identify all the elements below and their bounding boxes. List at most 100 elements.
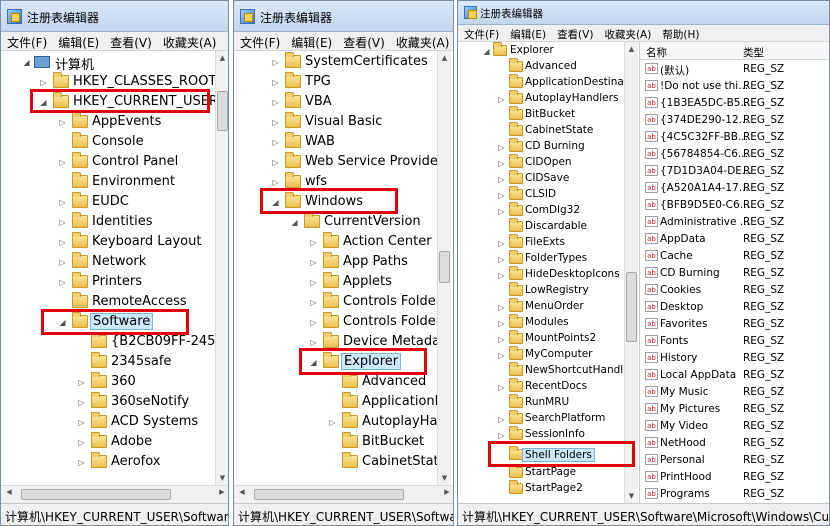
list-item[interactable]: ab (默认) REG_SZ: [640, 61, 829, 78]
expand-icon[interactable]: ▷: [271, 178, 280, 187]
scroll-up-icon[interactable]: ▲: [216, 51, 228, 65]
tree-node[interactable]: ▷ Visual Basic: [234, 112, 437, 133]
list-item[interactable]: ab Desktop REG_SZ: [640, 299, 829, 316]
tree-node[interactable]: ▷ Network: [1, 252, 215, 273]
tree-node[interactable]: ▷ Keyboard Layout: [1, 232, 215, 253]
expand-icon[interactable]: ▷: [309, 258, 318, 267]
tree-node[interactable]: ▷ AppEvents: [1, 112, 215, 133]
tree-node[interactable]: ▷ Applets: [234, 272, 437, 293]
tree-node[interactable]: ▷ Controls Folder: [234, 292, 437, 313]
menu-file[interactable]: 文件(F): [1, 32, 47, 51]
expand-icon[interactable]: ▷: [271, 158, 280, 167]
list-item[interactable]: ab NetHood REG_SZ: [640, 435, 829, 452]
horizontal-scrollbar[interactable]: ◀ ▶: [1, 485, 228, 503]
tree-node[interactable]: ▷ WAB: [234, 132, 437, 153]
expand-icon[interactable]: ▷: [309, 298, 318, 307]
tree-node[interactable]: ▷ Controls Folder: [234, 312, 437, 333]
expand-icon[interactable]: ▷: [271, 98, 280, 107]
list-item[interactable]: ab AppData REG_SZ: [640, 231, 829, 248]
expand-icon[interactable]: ▷: [497, 319, 506, 328]
expand-icon[interactable]: ▷: [309, 238, 318, 247]
collapse-icon[interactable]: ◢: [482, 47, 491, 56]
tree-node[interactable]: ▷ Adobe: [1, 432, 215, 453]
tree-node-currentversion[interactable]: ◢ CurrentVersion: [234, 212, 437, 233]
scroll-thumb[interactable]: [626, 272, 637, 342]
tree-node[interactable]: Environment: [1, 172, 215, 193]
vertical-scrollbar[interactable]: ▲ ▼: [624, 42, 638, 503]
list-item[interactable]: ab {374DE290-12... REG_SZ: [640, 112, 829, 129]
scroll-right-icon[interactable]: ▶: [216, 488, 228, 496]
scroll-left-icon[interactable]: ◀: [236, 488, 248, 496]
scroll-up-icon[interactable]: ▲: [625, 42, 638, 56]
expand-icon[interactable]: ▷: [497, 303, 506, 312]
list-item[interactable]: ab My Video REG_SZ: [640, 418, 829, 435]
list-item[interactable]: ab History REG_SZ: [640, 350, 829, 367]
tree-node[interactable]: ▷ ACD Systems: [1, 412, 215, 433]
menu-favorites[interactable]: 收藏夹(A): [598, 25, 651, 42]
list-item[interactable]: ab My Music REG_SZ: [640, 384, 829, 401]
expand-icon[interactable]: ▷: [497, 95, 506, 104]
list-item[interactable]: ab Cookies REG_SZ: [640, 282, 829, 299]
expand-icon[interactable]: ▷: [77, 418, 86, 427]
expand-icon[interactable]: ▷: [58, 278, 67, 287]
expand-icon[interactable]: ▷: [497, 415, 506, 424]
column-header-name[interactable]: 名称: [646, 45, 667, 60]
tree-node[interactable]: Advanced: [234, 372, 437, 393]
list-item[interactable]: ab {56784854-C6... REG_SZ: [640, 146, 829, 163]
expand-icon[interactable]: ▷: [497, 351, 506, 360]
menu-file[interactable]: 文件(F): [458, 25, 499, 42]
expand-icon[interactable]: ▷: [309, 338, 318, 347]
expand-icon[interactable]: ▷: [271, 138, 280, 147]
list-item[interactable]: ab !Do not use thi... REG_SZ: [640, 78, 829, 95]
menu-edit[interactable]: 编辑(E): [504, 25, 546, 42]
expand-icon[interactable]: ▷: [497, 335, 506, 344]
expand-icon[interactable]: ▷: [39, 78, 48, 87]
scroll-down-icon[interactable]: ▼: [438, 471, 451, 485]
list-item[interactable]: ab {BFB9D5E0-C6... REG_SZ: [640, 197, 829, 214]
expand-icon[interactable]: ▷: [497, 159, 506, 168]
menu-view[interactable]: 查看(V): [104, 32, 152, 51]
tree-node[interactable]: ApplicationD: [234, 392, 437, 413]
tree-node[interactable]: ▷ 360: [1, 372, 215, 393]
menu-help[interactable]: 帮助(H): [656, 25, 699, 42]
expand-icon[interactable]: ▷: [58, 238, 67, 247]
tree-node[interactable]: ▷ App Paths: [234, 252, 437, 273]
tree-node[interactable]: ▷ TPG: [234, 72, 437, 93]
tree-node[interactable]: ▷ EUDC: [1, 192, 215, 213]
expand-icon[interactable]: ▷: [58, 258, 67, 267]
list-item[interactable]: ab Administrative ... REG_SZ: [640, 214, 829, 231]
list-item[interactable]: ab {7D1D3A04-DE... REG_SZ: [640, 163, 829, 180]
menu-view[interactable]: 查看(V): [551, 25, 593, 42]
menu-favorites[interactable]: 收藏夹(A): [390, 32, 450, 51]
tree-node[interactable]: ▷ VBA: [234, 92, 437, 113]
expand-icon[interactable]: ▷: [328, 418, 337, 427]
expand-icon[interactable]: ▷: [77, 438, 86, 447]
expand-icon[interactable]: ▷: [77, 398, 86, 407]
expand-icon[interactable]: ▷: [271, 78, 280, 87]
expand-icon[interactable]: ▷: [271, 58, 280, 67]
list-item[interactable]: ab PrintHood REG_SZ: [640, 469, 829, 486]
expand-icon[interactable]: ▷: [77, 458, 86, 467]
scroll-right-icon[interactable]: ▶: [441, 488, 453, 496]
tree-node[interactable]: CabinetState: [234, 452, 437, 473]
expand-icon[interactable]: ▷: [271, 118, 280, 127]
list-item[interactable]: ab {4C5C32FF-BB... REG_SZ: [640, 129, 829, 146]
tree-node[interactable]: ▷ Web Service Providers: [234, 152, 437, 173]
menu-view[interactable]: 查看(V): [337, 32, 385, 51]
tree-node[interactable]: {B2CB09FF-2453: [1, 332, 215, 353]
vertical-scrollbar[interactable]: ▲ ▼: [437, 51, 451, 485]
menu-favorites[interactable]: 收藏夹(A): [157, 32, 217, 51]
list-item[interactable]: ab Programs REG_SZ: [640, 486, 829, 503]
tree-node[interactable]: ▷ AutoplayHar: [234, 412, 437, 433]
horizontal-scrollbar[interactable]: ◀ ▶: [234, 485, 453, 503]
expand-icon[interactable]: ▷: [58, 198, 67, 207]
tree-node[interactable]: ▷ Aerofox: [1, 452, 215, 473]
expand-icon[interactable]: ▷: [497, 207, 506, 216]
scroll-thumb[interactable]: [254, 489, 404, 500]
tree-node-computer[interactable]: ◢ 计算机: [1, 53, 215, 73]
list-item[interactable]: ab {A520A1A4-17... REG_SZ: [640, 180, 829, 197]
scroll-thumb[interactable]: [217, 91, 228, 131]
list-item[interactable]: ab Fonts REG_SZ: [640, 333, 829, 350]
expand-icon[interactable]: ▷: [497, 191, 506, 200]
expand-icon[interactable]: ▷: [497, 239, 506, 248]
